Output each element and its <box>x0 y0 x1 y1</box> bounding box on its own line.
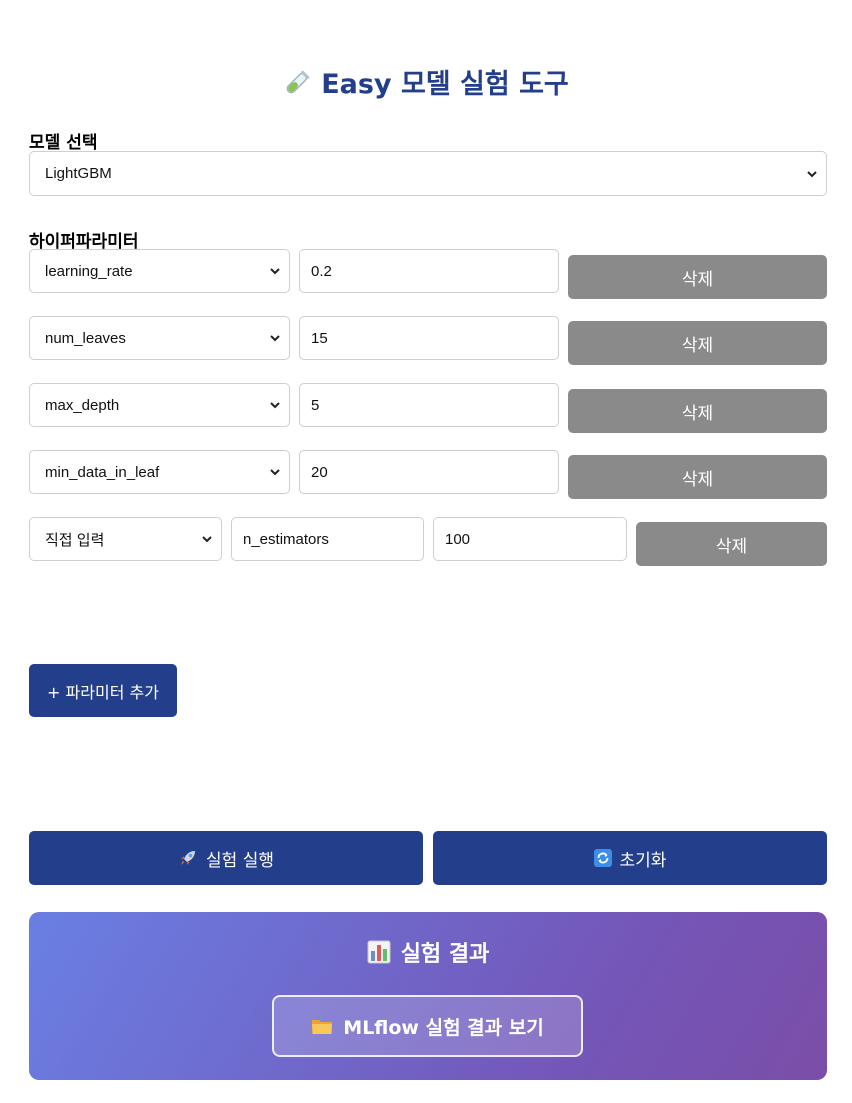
add-param-button[interactable]: + 파라미터 추가 <box>29 664 177 717</box>
param-value-text: 5 <box>311 396 320 414</box>
delete-param-button[interactable]: 삭제 <box>568 455 827 499</box>
param-name-select[interactable]: min_data_in_leaf <box>29 450 290 494</box>
bar-chart-icon <box>367 940 391 964</box>
param-value-input[interactable]: 5 <box>299 383 559 427</box>
results-panel: 실험 결과 MLflow 실험 결과 보기 <box>29 912 827 1080</box>
param-name-select[interactable]: max_depth <box>29 383 290 427</box>
delete-param-button[interactable]: 삭제 <box>568 255 827 299</box>
results-title: 실험 결과 <box>29 936 827 968</box>
custom-param-value-input[interactable]: 100 <box>433 517 627 561</box>
chevron-down-icon <box>270 268 280 275</box>
view-mlflow-button[interactable]: MLflow 실험 결과 보기 <box>272 995 583 1057</box>
param-value-text: 20 <box>311 463 328 481</box>
param-value-input[interactable]: 0.2 <box>299 249 559 293</box>
folder-icon <box>312 1020 333 1034</box>
page-title-text: Easy 모델 실험 도구 <box>321 69 569 100</box>
param-name-select[interactable]: learning_rate <box>29 249 290 293</box>
delete-param-button[interactable]: 삭제 <box>636 522 827 566</box>
param-value-text: 15 <box>311 329 328 347</box>
page-title: Easy 모델 실험 도구 <box>0 62 852 101</box>
run-experiment-label: 실험 실행 <box>206 850 274 871</box>
param-value-input[interactable]: 20 <box>299 450 559 494</box>
model-select[interactable]: LightGBM <box>29 151 827 196</box>
chevron-down-icon <box>270 469 280 476</box>
custom-param-value-text: 100 <box>445 530 471 548</box>
results-title-text: 실험 결과 <box>400 942 490 967</box>
param-name-select[interactable]: num_leaves <box>29 316 290 360</box>
param-name-value: min_data_in_leaf <box>45 463 160 481</box>
model-select-value: LightGBM <box>45 165 112 182</box>
run-experiment-button[interactable]: 실험 실행 <box>29 831 423 885</box>
param-name-value: learning_rate <box>45 262 133 280</box>
reset-button[interactable]: 초기화 <box>433 831 827 885</box>
chevron-down-icon <box>202 536 212 543</box>
param-name-value: num_leaves <box>45 329 126 347</box>
param-mode-select[interactable]: 직접 입력 <box>29 517 222 561</box>
refresh-icon <box>593 849 612 867</box>
model-select-label: 모델 선택 <box>29 133 98 153</box>
rocket-icon <box>181 851 196 865</box>
delete-param-button[interactable]: 삭제 <box>568 389 827 433</box>
param-value-input[interactable]: 15 <box>299 316 559 360</box>
custom-param-name-input[interactable]: n_estimators <box>231 517 424 561</box>
chevron-down-icon <box>270 335 280 342</box>
view-mlflow-label: MLflow 실험 결과 보기 <box>343 1016 544 1039</box>
custom-param-name-text: n_estimators <box>243 530 329 548</box>
test-tube-icon <box>286 70 310 94</box>
delete-param-button[interactable]: 삭제 <box>568 321 827 365</box>
chevron-down-icon <box>270 402 280 409</box>
param-value-text: 0.2 <box>311 262 332 280</box>
param-name-value: max_depth <box>45 396 120 414</box>
param-mode-value: 직접 입력 <box>45 531 105 549</box>
chevron-down-icon <box>807 170 817 177</box>
reset-label: 초기화 <box>619 850 667 871</box>
